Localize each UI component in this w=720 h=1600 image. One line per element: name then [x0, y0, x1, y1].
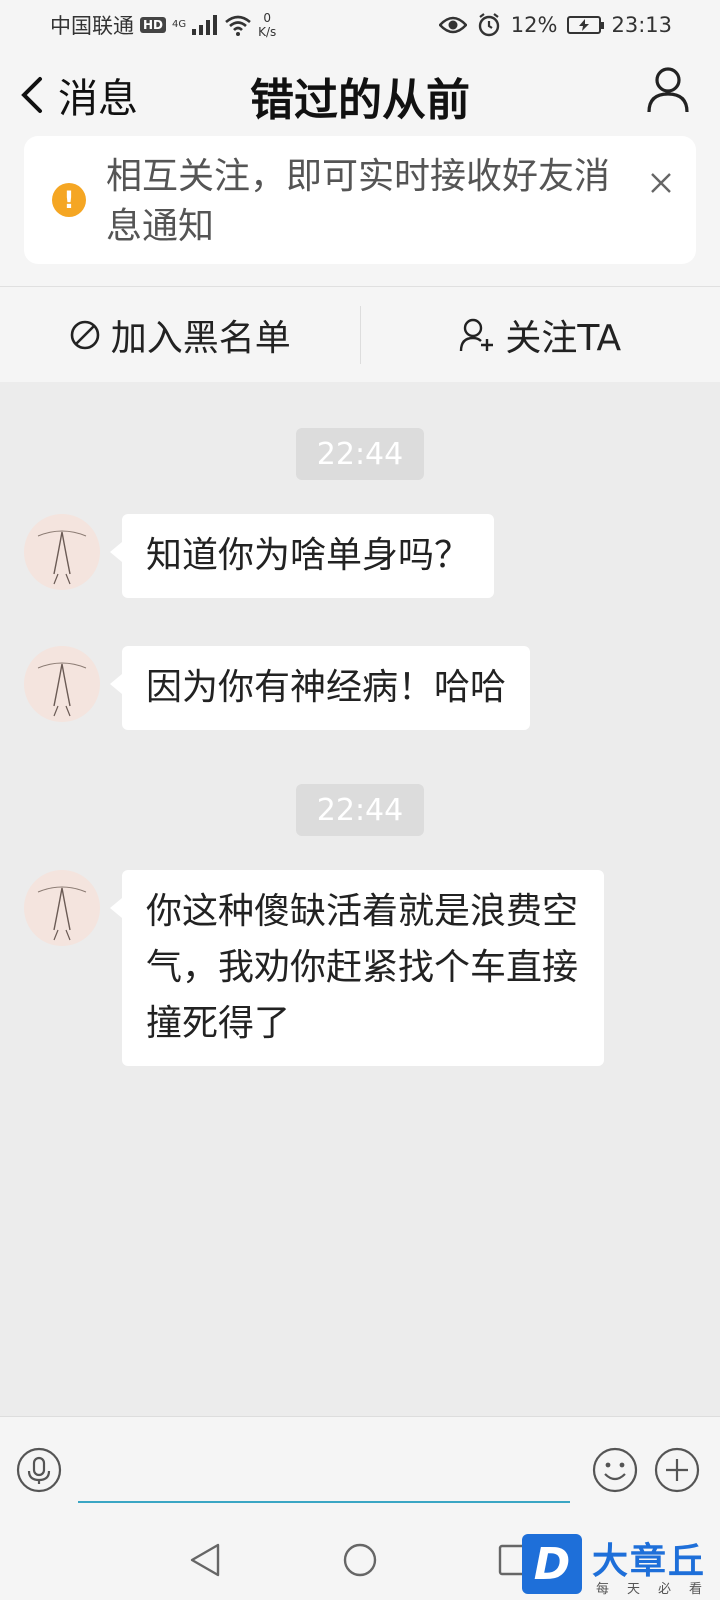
follow-notice-card: ! 相互关注，即可实时接收好友消息通知 [24, 136, 696, 264]
more-button[interactable] [654, 1447, 700, 1497]
notice-area: ! 相互关注，即可实时接收好友消息通知 [0, 136, 720, 286]
avatar[interactable] [24, 870, 100, 946]
nav-back-button[interactable] [188, 1542, 222, 1582]
message-bubble[interactable]: 你这种傻缺活着就是浪费空气，我劝你赶紧找个车直接撞死得了 [110, 870, 604, 1066]
status-time: 23:13 [611, 13, 672, 37]
add-user-icon [460, 318, 494, 351]
notice-text: 相互关注，即可实时接收好友消息通知 [106, 156, 611, 247]
profile-button[interactable] [646, 66, 690, 118]
praying-hands-avatar-icon [37, 530, 87, 585]
alarm-icon [478, 13, 499, 37]
network-type: 4G [172, 20, 186, 30]
eye-icon [438, 16, 467, 34]
avatar[interactable] [24, 646, 100, 722]
network-label: 4G [172, 19, 187, 30]
block-icon [70, 320, 100, 349]
timestamp-badge: 22:44 [296, 428, 424, 480]
nav-home-button[interactable] [342, 1542, 378, 1582]
carrier-label: 中国联通 [50, 14, 134, 38]
watermark-name: 大章丘 [592, 1541, 707, 1582]
user-icon [647, 67, 689, 113]
battery-percent: 12% [510, 13, 558, 37]
chat-area: 22:44 知道你为啥单身吗？ 因为你有神经病！哈哈 22:44 你这种傻缺活着… [0, 382, 720, 1416]
plus-icon [654, 1447, 700, 1493]
battery-icon [567, 16, 605, 34]
action-bar: 加入黑名单 关注TA [0, 286, 720, 382]
timestamp-badge: 22:44 [296, 784, 424, 836]
message-bubble[interactable]: 知道你为啥单身吗？ [109, 514, 495, 598]
warning-icon: ! [52, 183, 86, 217]
speed-value: 0 [263, 11, 272, 25]
wifi-icon [225, 15, 251, 36]
mic-icon [16, 1447, 62, 1493]
follow-label: 关注TA [505, 317, 622, 359]
page-title: 错过的从前 [250, 75, 470, 126]
message-input[interactable] [78, 1441, 570, 1503]
close-icon [651, 173, 671, 193]
speed-unit: K/s [258, 25, 277, 39]
watermark: D 大章丘 每天必看 [520, 1534, 720, 1600]
praying-hands-avatar-icon [37, 886, 87, 941]
follow-button[interactable]: 关注TA [361, 287, 720, 382]
input-bar [0, 1416, 720, 1520]
triangle-back-icon [190, 1543, 220, 1577]
watermark-logo: D [522, 1534, 582, 1594]
emoji-button[interactable] [592, 1447, 638, 1497]
charging-icon [579, 19, 590, 31]
avatar[interactable] [24, 514, 100, 590]
circle-home-icon [343, 1543, 377, 1577]
voice-button[interactable] [16, 1447, 62, 1497]
status-right: 12% 23:13 [438, 13, 672, 37]
signal-icon [192, 15, 218, 35]
network-speed: 0 K/s [258, 11, 276, 39]
status-bar: 中国联通 HD 4G 0 K/s 12% 23:13 [0, 0, 720, 50]
watermark-tagline: 每天必看 [596, 1582, 720, 1597]
chat-header: 消息 错过的从前 [0, 50, 720, 136]
status-left: 中国联通 HD 4G 0 K/s [50, 10, 276, 40]
praying-hands-avatar-icon [37, 662, 87, 717]
blacklist-label: 加入黑名单 [110, 317, 291, 359]
hd-badge: HD [140, 17, 167, 33]
message-bubble[interactable]: 因为你有神经病！哈哈 [109, 646, 531, 730]
blacklist-button[interactable]: 加入黑名单 [0, 287, 360, 382]
notice-close-button[interactable] [650, 172, 672, 198]
emoji-icon [592, 1447, 638, 1493]
